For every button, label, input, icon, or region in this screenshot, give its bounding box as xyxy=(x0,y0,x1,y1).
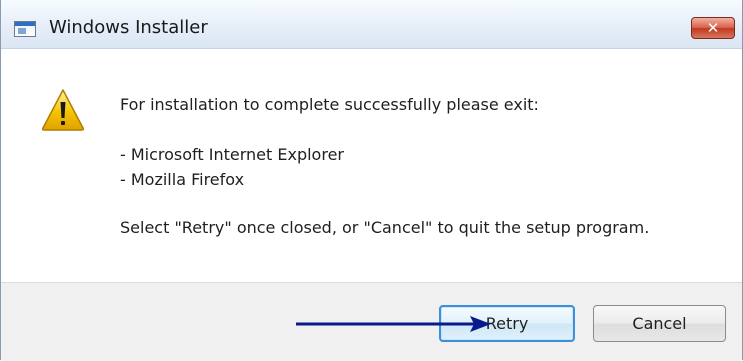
app-list-item-ie: - Microsoft Internet Explorer xyxy=(120,145,344,164)
window-title: Windows Installer xyxy=(49,17,208,38)
app-window-icon xyxy=(14,21,36,37)
close-button[interactable]: ✕ xyxy=(691,17,735,39)
message-heading: For installation to complete successfull… xyxy=(120,95,539,114)
warning-icon xyxy=(41,89,85,131)
installer-dialog: Windows Installer ✕ For installation to … xyxy=(0,0,743,361)
close-icon: ✕ xyxy=(706,19,720,37)
cancel-button[interactable]: Cancel xyxy=(593,305,726,342)
annotation-arrow xyxy=(296,316,491,332)
message-instruction: Select "Retry" once closed, or "Cancel" … xyxy=(120,218,650,237)
app-list-item-firefox: - Mozilla Firefox xyxy=(120,170,245,189)
title-bar[interactable]: Windows Installer ✕ xyxy=(1,0,742,49)
